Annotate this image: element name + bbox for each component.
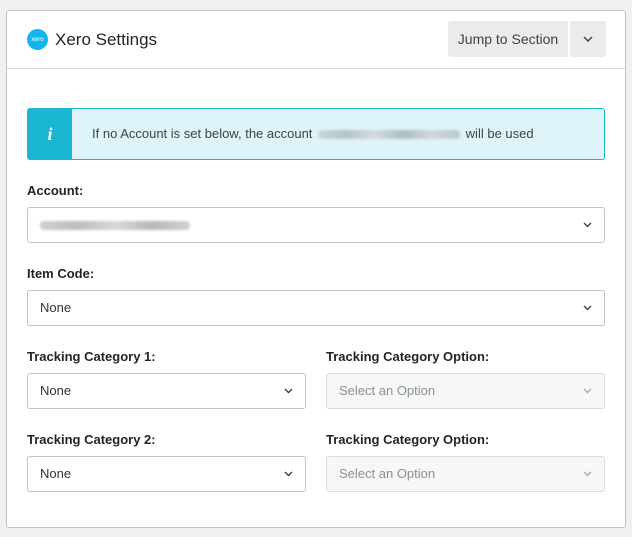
- tracking-option-2-placeholder: Select an Option: [339, 466, 436, 481]
- panel-header: xero Xero Settings Jump to Section: [7, 11, 625, 69]
- jump-to-section-group: Jump to Section: [448, 21, 606, 57]
- chevron-down-icon: [583, 388, 592, 394]
- xero-settings-panel: xero Xero Settings Jump to Section i If …: [6, 10, 626, 528]
- redacted-account-value: [40, 221, 190, 231]
- account-label: Account:: [27, 183, 84, 198]
- item-code-value: None: [40, 300, 72, 315]
- tracking-option-1-label: Tracking Category Option:: [326, 349, 490, 364]
- tracking-option-2-label: Tracking Category Option:: [326, 432, 490, 447]
- tracking-category-2-value: None: [40, 466, 72, 481]
- item-code-label: Item Code:: [27, 266, 95, 281]
- tracking-option-1-select[interactable]: Select an Option: [326, 373, 605, 409]
- account-select[interactable]: [27, 207, 605, 243]
- jump-to-section-button[interactable]: Jump to Section: [448, 21, 568, 57]
- chevron-down-icon: [583, 471, 592, 477]
- chevron-down-icon: [583, 222, 592, 228]
- item-code-select[interactable]: None: [27, 290, 605, 326]
- xero-logo-icon: xero: [27, 29, 48, 50]
- tracking-category-1-select[interactable]: None: [27, 373, 306, 409]
- notice-text-before: If no Account is set below, the account: [92, 126, 313, 141]
- chevron-down-icon: [284, 471, 293, 477]
- notice-text: If no Account is set below, the account …: [92, 126, 534, 141]
- jump-to-section-toggle[interactable]: [570, 21, 606, 57]
- tracking-category-2-label: Tracking Category 2:: [27, 432, 156, 447]
- tracking-category-1-label: Tracking Category 1:: [27, 349, 156, 364]
- info-notice: i If no Account is set below, the accoun…: [27, 108, 605, 160]
- tracking-option-1-placeholder: Select an Option: [339, 383, 436, 398]
- redacted-account-name: [318, 130, 461, 140]
- tracking-category-2-select[interactable]: None: [27, 456, 306, 492]
- chevron-down-icon: [583, 305, 592, 311]
- tracking-category-1-value: None: [40, 383, 72, 398]
- info-icon: i: [28, 109, 72, 159]
- chevron-down-icon: [583, 36, 593, 42]
- notice-text-after: will be used: [465, 126, 534, 141]
- page-title: Xero Settings: [55, 30, 158, 49]
- chevron-down-icon: [284, 388, 293, 394]
- tracking-option-2-select[interactable]: Select an Option: [326, 456, 605, 492]
